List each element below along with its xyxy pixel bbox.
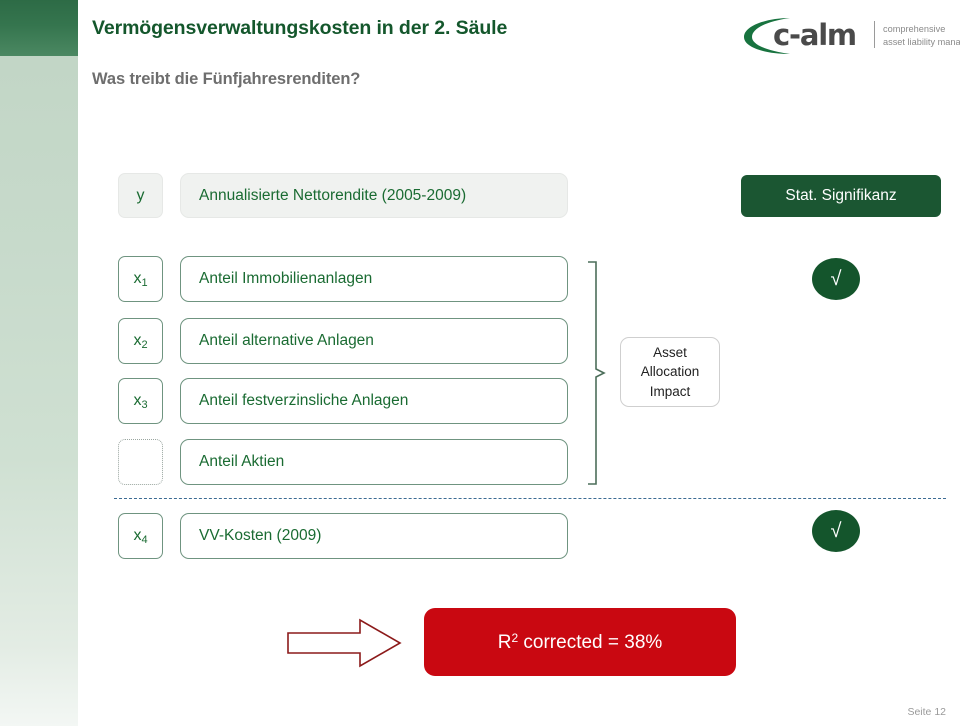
variable-tag-x3-label: x3 xyxy=(133,391,148,411)
group-annotation-line3: Impact xyxy=(649,383,691,399)
variable-description-y: Annualisierte Nettorendite (2005-2009) xyxy=(180,173,568,218)
variable-description-x2: Anteil alternative Anlagen xyxy=(180,318,568,364)
check-icon: √ xyxy=(830,519,842,542)
logo-wordmark: c-alm xyxy=(773,18,857,52)
page-number: Seite 12 xyxy=(907,706,946,718)
variable-description-x4: VV-Kosten (2009) xyxy=(180,513,568,559)
variable-description-aktien: Anteil Aktien xyxy=(180,439,568,485)
group-annotation-label: Asset Allocation Impact xyxy=(641,343,700,400)
variable-tag-x2: x2 xyxy=(118,318,163,364)
variable-description-x3-label: Anteil festverzinsliche Anlagen xyxy=(199,392,409,409)
significance-check-x1: √ xyxy=(812,258,860,300)
logo-divider xyxy=(874,21,875,48)
right-arrow-icon xyxy=(287,618,402,668)
stat-significance-header-label: Stat. Signifikanz xyxy=(785,187,897,204)
variable-tag-x4-label: x4 xyxy=(133,526,148,546)
group-brace xyxy=(588,261,606,485)
stat-significance-header: Stat. Signifikanz xyxy=(741,175,941,217)
variable-tag-aktien-placeholder xyxy=(118,439,163,485)
company-logo: c-alm comprehensive asset liability mana… xyxy=(740,14,960,60)
result-label: R2 corrected = 38% xyxy=(497,630,663,653)
variable-description-x3: Anteil festverzinsliche Anlagen xyxy=(180,378,568,424)
variable-tag-y: y xyxy=(118,173,163,218)
result-box: R2 corrected = 38% xyxy=(424,608,736,676)
significance-check-x4: √ xyxy=(812,510,860,552)
variable-tag-x1: x1 xyxy=(118,256,163,302)
variable-description-aktien-label: Anteil Aktien xyxy=(199,453,285,470)
variable-description-x4-label: VV-Kosten (2009) xyxy=(199,527,322,544)
section-separator xyxy=(114,498,946,499)
variable-tag-x4: x4 xyxy=(118,513,163,559)
logo-tagline-line1: comprehensive xyxy=(883,24,946,34)
logo-tagline-line2: asset liability management xyxy=(883,36,960,47)
page-title: Vermögensverwaltungskosten in der 2. Säu… xyxy=(92,17,508,39)
variable-description-x1-label: Anteil Immobilienanlagen xyxy=(199,270,373,287)
variable-description-x1: Anteil Immobilienanlagen xyxy=(180,256,568,302)
check-icon: √ xyxy=(830,267,842,290)
variable-tag-x1-label: x1 xyxy=(133,269,148,289)
left-accent-bar-light xyxy=(0,56,78,726)
variable-tag-y-label: y xyxy=(136,186,145,204)
variable-tag-x3: x3 xyxy=(118,378,163,424)
slide-canvas: Vermögensverwaltungskosten in der 2. Säu… xyxy=(0,0,960,726)
variable-description-x2-label: Anteil alternative Anlagen xyxy=(199,332,374,349)
page-subtitle: Was treibt die Fünfjahresrenditen? xyxy=(92,70,361,88)
group-annotation-line1: Asset xyxy=(653,345,687,361)
group-annotation-line2: Allocation xyxy=(640,364,700,380)
group-annotation-box: Asset Allocation Impact xyxy=(620,337,720,407)
left-accent-bar-dark xyxy=(0,0,78,56)
variable-tag-x2-label: x2 xyxy=(133,331,148,351)
logo-tagline: comprehensive asset liability management xyxy=(883,23,960,48)
variable-description-y-label: Annualisierte Nettorendite (2005-2009) xyxy=(199,186,467,204)
